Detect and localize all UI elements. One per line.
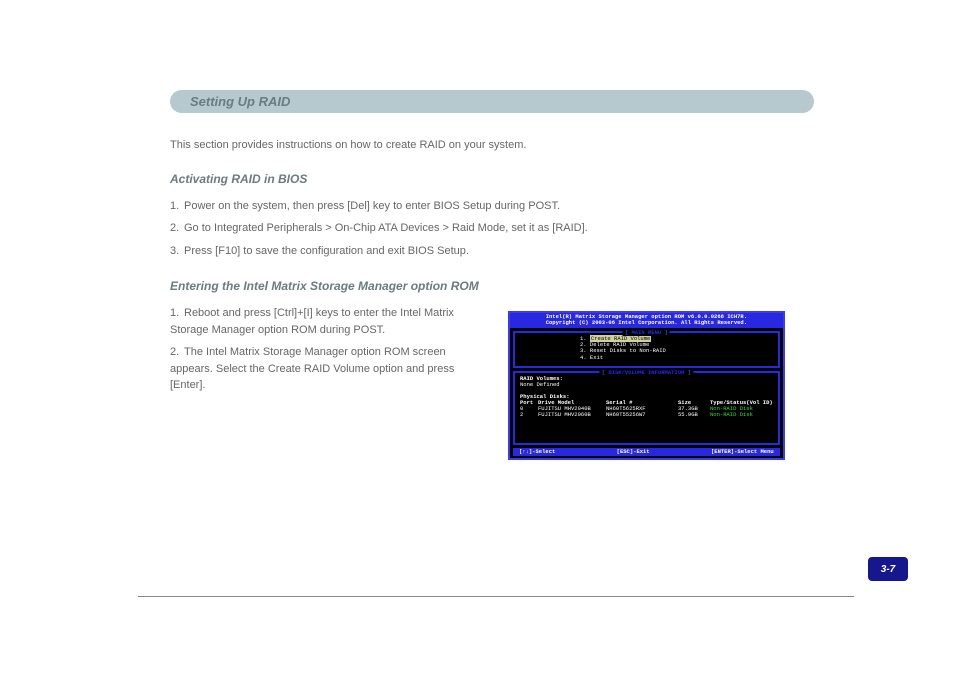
bios-footer-exit: [ESC]-Exit bbox=[617, 449, 650, 455]
bios-header: Intel(R) Matrix Storage Manager option R… bbox=[510, 313, 783, 328]
bios-entry-steps: 1.Reboot and press [Ctrl]+[I] keys to en… bbox=[170, 305, 480, 400]
bios-main-menu: MAIN MENU 1. Create RAID Volume 2. Delet… bbox=[513, 331, 780, 368]
subsection-title: Activating RAID in BIOS bbox=[170, 172, 814, 186]
bios-activation-steps: 1.Power on the system, then press [Del] … bbox=[170, 198, 814, 260]
footer-divider bbox=[138, 596, 854, 597]
list-item: 1.Power on the system, then press [Del] … bbox=[170, 198, 814, 215]
list-item: 2.Go to Integrated Peripherals > On-Chip… bbox=[170, 220, 814, 237]
intro-paragraph: This section provides instructions on ho… bbox=[170, 137, 814, 154]
page-content: Setting Up RAID This section provides in… bbox=[0, 0, 954, 460]
bios-disk-info-title: DISK/VOLUME INFORMATION bbox=[600, 369, 693, 376]
bios-disk-info: DISK/VOLUME INFORMATION RAID Volumes: No… bbox=[513, 371, 780, 445]
list-item: 2.The Intel Matrix Storage Manager optio… bbox=[170, 344, 480, 394]
bios-footer: [↑↓]-Select [ESC]-Exit [ENTER]-Select Me… bbox=[513, 448, 780, 456]
menu-item-exit[interactable]: 4. Exit bbox=[580, 355, 756, 361]
list-item: 1.Reboot and press [Ctrl]+[I] keys to en… bbox=[170, 305, 480, 338]
bios-main-menu-title: MAIN MENU bbox=[623, 329, 670, 336]
bios-footer-select: [↑↓]-Select bbox=[519, 449, 555, 455]
table-row: 2FUJITSU MHV2060BNH60T55256W755.9GBNon-R… bbox=[520, 412, 773, 418]
page-number: 3-7 bbox=[868, 557, 908, 581]
bios-layout: 1.Reboot and press [Ctrl]+[I] keys to en… bbox=[170, 305, 814, 460]
section-header: Setting Up RAID bbox=[170, 90, 814, 113]
section-header-text: Setting Up RAID bbox=[190, 94, 290, 109]
subsection-title-2: Entering the Intel Matrix Storage Manage… bbox=[170, 279, 814, 293]
list-item: 3.Press [F10] to save the configuration … bbox=[170, 243, 814, 260]
bios-footer-enter: [ENTER]-Select Menu bbox=[711, 449, 774, 455]
bios-screenshot: Intel(R) Matrix Storage Manager option R… bbox=[508, 311, 785, 460]
bios-header-line2: Copyright (C) 2003-06 Intel Corporation.… bbox=[510, 320, 783, 326]
